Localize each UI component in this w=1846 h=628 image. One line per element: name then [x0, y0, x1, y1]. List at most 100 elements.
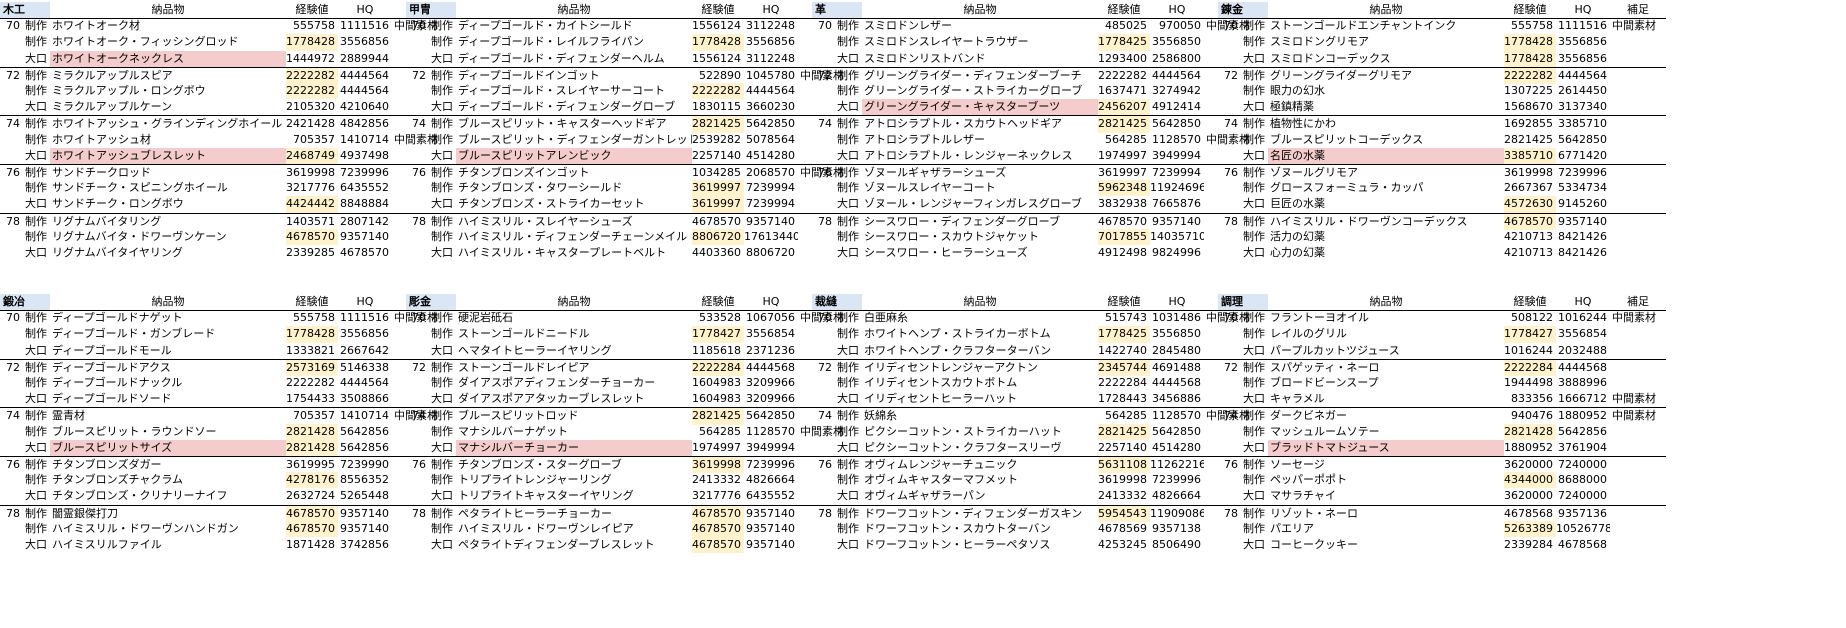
hq-cell: 3556854: [1558, 327, 1607, 341]
craft-title: 調理: [1218, 294, 1268, 311]
exp-cell: 1034285: [692, 166, 741, 179]
hq-cell: 4842856: [340, 117, 389, 131]
table-row: 制作 オヴィムキャスターマフメット 3619998 7239996: [812, 472, 1260, 488]
item-name-cell: チタンブロンズ・クリナリーナイフ: [52, 489, 228, 503]
item-name-cell: ディープゴールドモール: [52, 343, 172, 357]
hq-cell: 2889944: [340, 51, 389, 65]
exp-cell: 4678570: [1504, 213, 1556, 230]
exp-cell: 2821425: [692, 408, 744, 425]
exp-cell: 2222284: [692, 359, 744, 376]
table-row: 76 制作 チタンブロンズ・スターグローブ 3619998 7239996: [406, 456, 854, 474]
exp-cell: 1333821: [286, 343, 335, 357]
item-name-cell: チタンブロンズインゴット: [458, 166, 590, 179]
table-row: 制作 ブルースピリット・ラウンドソー 2821428 5642856: [0, 423, 448, 440]
type-cell: 大口: [1243, 489, 1265, 503]
hq-cell: 2667642: [340, 343, 389, 357]
table-row: 大口 ブルースピリットアレンビック 2257140 4514280: [406, 147, 854, 164]
item-name-cell: ハイミスリル・ドワーヴンコーデックス: [1270, 214, 1468, 228]
level-cell: 70: [1224, 311, 1238, 325]
exp-header: 経験値: [1107, 3, 1141, 16]
type-cell: 大口: [837, 197, 859, 211]
level-cell: [812, 472, 834, 488]
item-name-cell: ブロードビーンスープ: [1270, 376, 1379, 389]
hq-cell: 1111516: [1558, 19, 1607, 33]
hq-cell: 3274942: [1152, 84, 1201, 97]
level-cell: 70: [6, 19, 20, 33]
hq-cell: 4678570: [340, 246, 389, 259]
exp-cell: 4678570: [692, 214, 741, 228]
type-cell: 大口: [25, 100, 47, 114]
exp-cell: 4678570: [692, 537, 744, 554]
exp-cell: 2222282: [692, 83, 744, 100]
exp-cell: 1016244: [1504, 343, 1553, 357]
item-name-cell: ホワイトヘンプ・クラフターターバン: [864, 343, 1052, 357]
item-name-cell: ブルースピリットサイズ: [50, 439, 286, 456]
type-cell: 制作: [1243, 360, 1265, 374]
hq-cell: 4444564: [340, 376, 389, 389]
table-header: 調理 納品物 経験値 HQ 補足: [1218, 294, 1666, 312]
level-cell: 72: [1224, 360, 1238, 374]
item-name-cell: ダイアスポアアタッカーブレスレット: [458, 392, 645, 406]
hq-cell: 1128570: [1152, 409, 1201, 423]
table-row: 大口 オヴィムギャザラーパン 2413332 4826664: [812, 488, 1260, 504]
exp-cell: 508122: [1511, 311, 1553, 325]
note-cell: [1610, 424, 1666, 440]
hq-cell: 3556856: [1558, 51, 1607, 65]
type-cell: 制作: [1243, 68, 1265, 82]
hq-cell: 3556856: [1558, 35, 1607, 49]
note-cell: [1610, 537, 1666, 553]
item-name-cell: リグナムバイタイヤリング: [52, 246, 183, 259]
table-row: 大口 アトロシラプトル・レンジャーネックレス 1974997 3949994: [812, 148, 1260, 164]
hq-cell: 4691488: [1152, 360, 1201, 374]
table-row: 大口 ゾヌール・レンジャーフィンガレスグローブ 3832938 7665876: [812, 196, 1260, 212]
type-cell: 制作: [1243, 311, 1265, 325]
hq-cell: 2586800: [1152, 51, 1201, 65]
table-row: 70 制作 ディープゴールド・カイトシールド 1556124 3112248: [406, 18, 854, 34]
item-name-cell: アトロシラプトル・スカウトヘッドギア: [864, 117, 1062, 131]
hq-cell: 4444564: [746, 84, 795, 97]
item-name-cell: ミラクルアップルスピア: [52, 68, 173, 82]
hq-header: HQ: [1168, 295, 1186, 308]
table-row: 大口 ミラクルアップルケーン 2105320 4210640: [0, 99, 448, 115]
table-row: 制作 ミラクルアップル・ロングボウ 2222282 4444564: [0, 83, 448, 100]
hq-cell: 3508866: [340, 392, 389, 406]
table-row: 制作 ディープゴールド・ガンブレード 1778428 3556856: [0, 326, 448, 343]
exp-cell: 522890: [699, 68, 741, 82]
exp-cell: 1556124: [692, 19, 741, 33]
table-row: 78 制作 ハイミスリル・スレイヤーシューズ 4678570 9357140: [406, 212, 854, 230]
item-name-cell: マサラチャイ: [1270, 489, 1336, 503]
hq-cell: 4912414: [1152, 100, 1201, 114]
item-name-cell: ゾヌールギャザラーシューズ: [864, 166, 1007, 179]
exp-cell: 564285: [1105, 409, 1147, 423]
item-name-cell: 心力の幻薬: [1270, 246, 1325, 259]
table-header: 錬金 納品物 経験値 HQ 補足: [1218, 2, 1666, 20]
level-cell: [0, 488, 22, 504]
item-name-cell: シースワロー・ディフェンダーグローブ: [864, 214, 1061, 228]
table-row: 制作 イリディセントスカウトボトム 2222284 4444568: [812, 375, 1260, 391]
table-row: 72 制作 スパゲッティ・ネーロ 2222284 4444568: [1218, 358, 1666, 376]
exp-cell: 1778425: [1098, 326, 1150, 343]
hq-cell: 9357140: [746, 214, 795, 228]
exp-cell: 4572630: [1504, 196, 1556, 213]
exp-cell: 833356: [1511, 392, 1553, 406]
item-name-cell: ディープゴールドインゴット: [458, 68, 600, 82]
level-cell: [812, 196, 834, 212]
type-cell: 制作: [837, 68, 859, 82]
item-name-cell: ストーンゴールドニードル: [458, 327, 590, 341]
level-cell: [812, 424, 834, 440]
exp-cell: 533528: [699, 311, 741, 325]
hq-cell: 5642850: [1558, 132, 1607, 146]
item-name-cell: リゾット・ネーロ: [1270, 506, 1358, 520]
note-cell: [1610, 457, 1666, 473]
item-name-cell: ブルースピリットロッド: [458, 409, 579, 423]
exp-cell: 2821428: [1504, 423, 1556, 440]
table-row: 制作 リグナムバイタ・ドワーヴンケーン 4678570 9357140: [0, 228, 448, 245]
hq-cell: 9357140: [746, 538, 795, 551]
type-cell: 制作: [1243, 117, 1265, 131]
item-name-cell: アトロシラプトル・レンジャーネックレス: [864, 148, 1073, 162]
item-name-cell: ヘマタイトヒーラーイヤリング: [458, 343, 612, 357]
hq-cell: 5334734: [1558, 181, 1607, 195]
hq-cell: 8421426: [1558, 246, 1607, 259]
level-cell: 76: [6, 166, 20, 179]
table-block: 鍛冶納品物経験値HQ補足70制作ディープゴールドナゲット555758111151…: [0, 294, 448, 555]
